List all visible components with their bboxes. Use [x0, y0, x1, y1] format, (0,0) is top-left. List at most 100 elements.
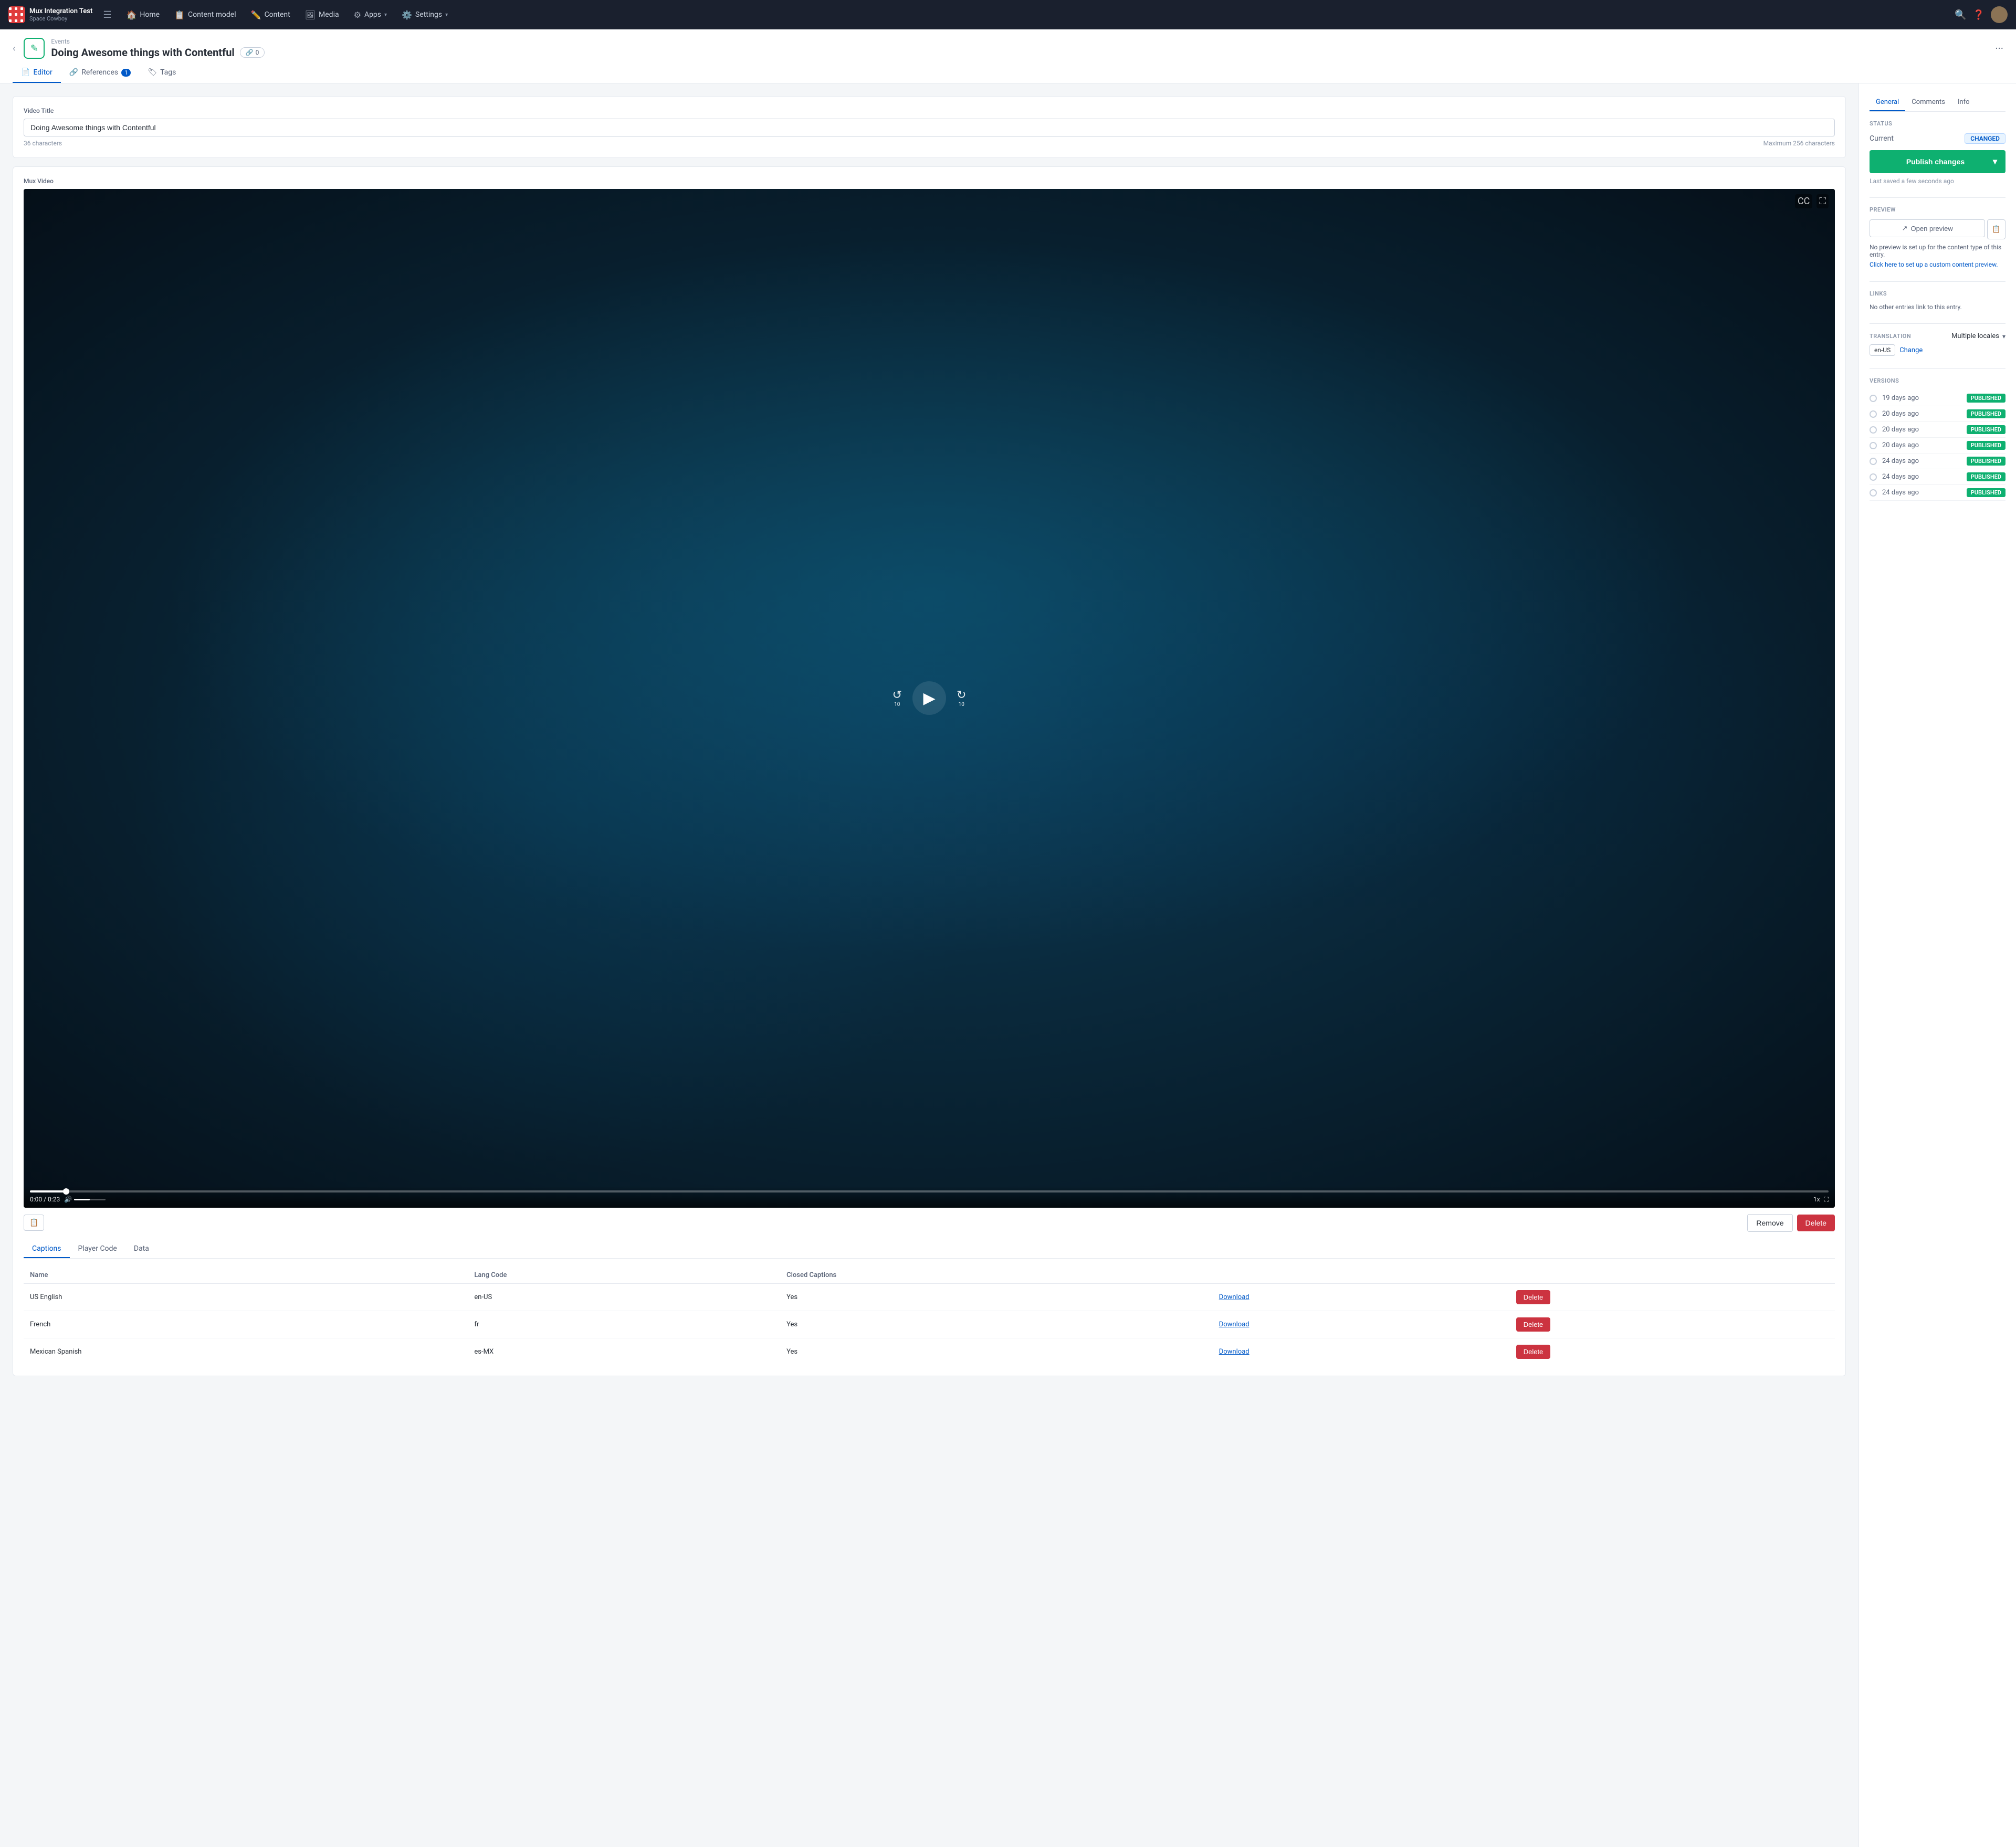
version-time-5: 24 days ago [1882, 473, 1961, 481]
preview-setup-link[interactable]: Click here to set up a custom content pr… [1870, 261, 1998, 268]
play-button[interactable]: ▶ [912, 681, 946, 715]
settings-icon: ⚙️ [402, 10, 412, 20]
sidebar-divider-2 [1870, 281, 2006, 282]
version-radio-3[interactable] [1870, 442, 1877, 449]
caption-lang-2: es-MX [468, 1338, 780, 1365]
nav-home[interactable]: 🏠 Home [120, 7, 166, 23]
fullscreen-button[interactable]: ⛶ [1816, 194, 1829, 208]
nav-items: 🏠 Home 📋 Content model ✏️ Content 🖼 Medi… [120, 7, 1951, 23]
links-section: LINKS No other entries link to this entr… [1870, 290, 2006, 311]
media-icon: 🖼 [305, 10, 316, 20]
references-tab-label: References [81, 68, 118, 77]
video-progress-fill [30, 1190, 66, 1192]
version-radio-2[interactable] [1870, 426, 1877, 434]
sub-tab-captions[interactable]: Captions [24, 1240, 70, 1258]
caption-lang-0: en-US [468, 1283, 780, 1311]
video-title-input[interactable] [24, 119, 1835, 136]
version-time-0: 19 days ago [1882, 394, 1961, 402]
col-closed-captions: Closed Captions [780, 1267, 1213, 1284]
version-radio-4[interactable] [1870, 458, 1877, 465]
status-row: Current CHANGED [1870, 133, 2006, 144]
download-link-0[interactable]: Download [1219, 1293, 1250, 1301]
open-preview-button[interactable]: ↗ Open preview [1870, 219, 1985, 237]
fullscreen-icon[interactable]: ⛶ [1824, 1196, 1829, 1204]
hamburger-icon[interactable]: ☰ [103, 9, 111, 20]
entry-title-row: Doing Awesome things with Contentful 🔗 0 [51, 46, 1989, 59]
caption-name-0: US English [24, 1283, 468, 1311]
volume-control[interactable]: 🔊 [64, 1196, 106, 1203]
brand-info: Mux Integration Test Space Cowboy [29, 7, 92, 23]
col-name: Name [24, 1267, 468, 1284]
search-icon[interactable]: 🔍 [1955, 9, 1966, 20]
brand-name: Mux Integration Test [29, 7, 92, 16]
caption-cc-1: Yes [780, 1311, 1213, 1338]
delete-button[interactable]: Delete [1797, 1215, 1835, 1231]
version-item-3: 20 days ago PUBLISHED [1870, 438, 2006, 453]
locale-row: en-US Change [1870, 344, 2006, 356]
nav-media-label: Media [319, 10, 339, 19]
nav-settings[interactable]: ⚙️ Settings ▾ [395, 7, 454, 23]
back-button[interactable]: ‹ [13, 43, 15, 54]
nav-media[interactable]: 🖼 Media [299, 7, 345, 23]
version-radio-6[interactable] [1870, 489, 1877, 497]
rewind-button[interactable]: ↺ 10 [892, 689, 902, 708]
apps-grid-icon[interactable] [8, 6, 25, 23]
entry-tabs: 📄 Editor 🔗 References 1 🏷 Tags [13, 63, 2003, 83]
user-avatar[interactable] [1991, 6, 2008, 23]
sub-tab-player-code[interactable]: Player Code [70, 1240, 125, 1258]
sidebar-tabs: General Comments Info [1870, 94, 2006, 112]
sidebar-tab-general[interactable]: General [1870, 94, 1905, 111]
video-top-controls: CC ⛶ [1795, 194, 1829, 208]
publish-chevron-icon: ▾ [1993, 156, 1997, 167]
nav-content-model[interactable]: 📋 Content model [168, 7, 243, 23]
delete-row-btn-1[interactable]: Delete [1516, 1317, 1551, 1332]
nav-apps[interactable]: ⚙ Apps ▾ [348, 7, 393, 23]
publish-button[interactable]: Publish changes ▾ [1870, 150, 2006, 173]
sidebar-tab-comments[interactable]: Comments [1905, 94, 1951, 111]
help-icon[interactable]: ❓ [1973, 9, 1984, 20]
copy-button[interactable]: 📋 [24, 1215, 44, 1231]
sidebar-divider-4 [1870, 368, 2006, 369]
captions-tab-label: Captions [32, 1244, 61, 1253]
captions-button[interactable]: CC [1795, 194, 1812, 208]
video-title-footer: 36 characters Maximum 256 characters [24, 140, 1835, 147]
sidebar: General Comments Info STATUS Current CHA… [1858, 83, 2016, 1847]
version-time-3: 20 days ago [1882, 441, 1961, 449]
entry-link-badge[interactable]: 🔗 0 [240, 47, 265, 58]
sidebar-tab-info[interactable]: Info [1951, 94, 1976, 111]
nav-content[interactable]: ✏️ Content [245, 7, 297, 23]
tab-tags[interactable]: 🏷 Tags [139, 63, 184, 83]
remove-button[interactable]: Remove [1747, 1214, 1792, 1232]
sidebar-divider-1 [1870, 197, 2006, 198]
entry-header: ‹ ✎ Events Doing Awesome things with Con… [0, 29, 2016, 83]
sub-tab-data[interactable]: Data [125, 1240, 158, 1258]
nav-right-actions: 🔍 ❓ [1955, 6, 2008, 23]
version-time-2: 20 days ago [1882, 426, 1961, 434]
delete-row-btn-2[interactable]: Delete [1516, 1345, 1551, 1359]
preview-section: PREVIEW ↗ Open preview 📋 No preview is s… [1870, 206, 2006, 269]
open-preview-label: Open preview [1911, 225, 1953, 233]
version-badge-3: PUBLISHED [1967, 441, 2006, 450]
editor-tab-icon: 📄 [21, 68, 30, 77]
video-actions: 📋 Remove Delete [24, 1214, 1835, 1232]
change-locale-link[interactable]: Change [1899, 346, 1923, 354]
download-link-2[interactable]: Download [1219, 1348, 1250, 1356]
version-radio-0[interactable] [1870, 395, 1877, 402]
preview-copy-button[interactable]: 📋 [1987, 219, 2006, 239]
forward-button[interactable]: ↻ 10 [957, 689, 966, 708]
video-player[interactable]: CC ⛶ ↺ 10 ▶ ↻ 10 [24, 189, 1835, 1208]
preview-row: ↗ Open preview 📋 [1870, 219, 2006, 239]
table-row: Mexican Spanish es-MX Yes Download Delet… [24, 1338, 1835, 1365]
download-link-1[interactable]: Download [1219, 1321, 1250, 1328]
video-progress-bar[interactable] [30, 1190, 1829, 1192]
version-radio-1[interactable] [1870, 410, 1877, 418]
tab-references[interactable]: 🔗 References 1 [61, 63, 140, 83]
video-speed[interactable]: 1x [1813, 1196, 1820, 1203]
video-time-right: 1x ⛶ [1813, 1196, 1829, 1204]
delete-row-btn-0[interactable]: Delete [1516, 1290, 1551, 1304]
content-model-icon: 📋 [174, 10, 185, 20]
entry-icon: ✎ [24, 38, 45, 59]
tab-editor[interactable]: 📄 Editor [13, 63, 61, 83]
more-options-button[interactable]: ··· [1995, 42, 2003, 55]
version-radio-5[interactable] [1870, 473, 1877, 481]
